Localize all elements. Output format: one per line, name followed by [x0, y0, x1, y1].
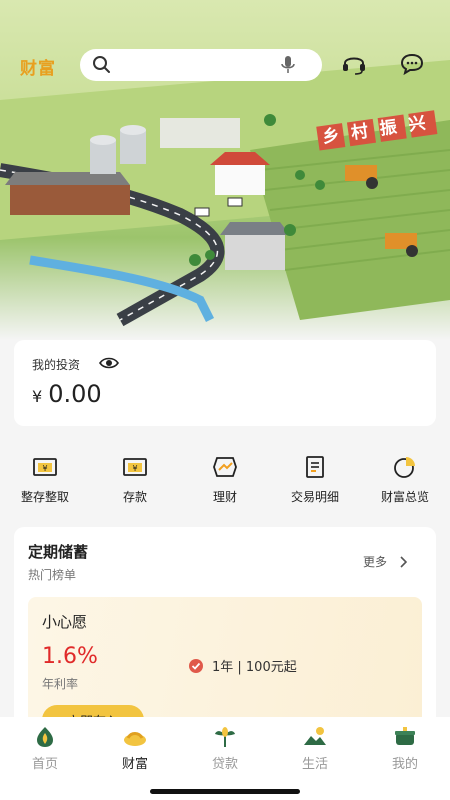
annual-rate-label: 年利率 — [42, 677, 79, 691]
chevron-right-icon — [400, 555, 408, 568]
tab-label: 生活 — [301, 757, 328, 772]
pie-chart-icon — [394, 457, 415, 478]
page-title: 财富 — [20, 59, 56, 79]
quick-item-fixed-deposit[interactable]: ¥ 整存整取 — [0, 450, 90, 510]
search-bar[interactable] — [80, 49, 322, 81]
term-text: 1年 | 100元起 — [212, 660, 297, 675]
tab-home[interactable]: 首页 — [0, 717, 90, 800]
investment-label: 我的投资 — [32, 358, 81, 372]
investment-amount: ¥0.00 — [32, 380, 102, 408]
top-bar: 财富 — [0, 44, 450, 88]
wealth-management-icon — [213, 457, 237, 477]
life-icon — [304, 727, 326, 745]
deposit-icon: ¥ — [123, 458, 147, 476]
tab-wealth[interactable]: 财富 — [90, 717, 180, 800]
tab-label: 首页 — [31, 757, 58, 772]
quick-item-label: 存款 — [122, 490, 147, 504]
svg-text:¥: ¥ — [132, 464, 137, 473]
chat-icon — [400, 53, 424, 76]
headset-icon — [343, 57, 365, 75]
loan-icon — [215, 727, 235, 747]
tab-loan[interactable]: 贷款 — [180, 717, 270, 800]
home-icon — [37, 727, 53, 747]
wealth-icon — [124, 732, 146, 746]
quick-item-wealth-overview[interactable]: 财富总览 — [360, 450, 450, 510]
quick-item-transaction-detail[interactable]: 交易明细 — [270, 450, 360, 510]
fixed-savings-card: 定期储蓄 热门榜单 更多 小心愿 1.6% 年利率 1年 | 100元起 立即存… — [14, 527, 436, 737]
more-label: 更多 — [363, 555, 388, 569]
search-input[interactable] — [116, 53, 296, 77]
quick-item-label: 交易明细 — [290, 490, 339, 504]
home-indicator — [150, 789, 300, 794]
quick-menu: ¥ 整存整取 ¥ 存款 理财 交易明细 财富总览 — [0, 450, 450, 510]
search-icon — [93, 56, 110, 73]
check-badge-icon — [189, 658, 203, 673]
microphone-icon[interactable] — [280, 55, 296, 75]
product-term: 1年 | 100元起 — [188, 656, 297, 675]
quick-item-wealth-management[interactable]: 理财 — [180, 450, 270, 510]
hero-banner[interactable]: 乡村振兴 财富 — [0, 0, 450, 340]
customer-service-button[interactable] — [341, 52, 369, 80]
eye-icon[interactable] — [99, 356, 119, 370]
currency-symbol: ¥ — [32, 387, 43, 406]
tab-label: 贷款 — [211, 757, 238, 772]
message-button[interactable] — [399, 52, 427, 80]
tab-label: 财富 — [121, 757, 148, 772]
more-link[interactable]: 更多 — [363, 553, 408, 570]
mine-icon — [395, 727, 415, 745]
quick-item-label: 理财 — [212, 490, 237, 504]
svg-text:¥: ¥ — [42, 464, 47, 473]
annual-rate: 1.6% — [42, 644, 98, 669]
bottom-nav: 首页 财富 贷款 生活 我的 — [0, 717, 450, 800]
my-investment-card[interactable]: 我的投资 ¥0.00 — [14, 340, 436, 426]
tab-label: 我的 — [391, 757, 418, 772]
product-card[interactable]: 小心愿 1.6% 年利率 1年 | 100元起 立即存入 — [28, 597, 422, 737]
tab-life[interactable]: 生活 — [270, 717, 360, 800]
quick-item-deposit[interactable]: ¥ 存款 — [90, 450, 180, 510]
tab-mine[interactable]: 我的 — [360, 717, 450, 800]
section-title: 定期储蓄 — [28, 543, 89, 561]
passbook-icon: ¥ — [33, 458, 57, 476]
quick-item-label: 财富总览 — [380, 490, 429, 504]
quick-item-label: 整存整取 — [20, 490, 69, 504]
amount-value: 0.00 — [48, 380, 102, 408]
transaction-detail-icon — [306, 456, 324, 478]
product-name: 小心愿 — [42, 613, 88, 631]
section-subtitle: 热门榜单 — [28, 568, 77, 582]
